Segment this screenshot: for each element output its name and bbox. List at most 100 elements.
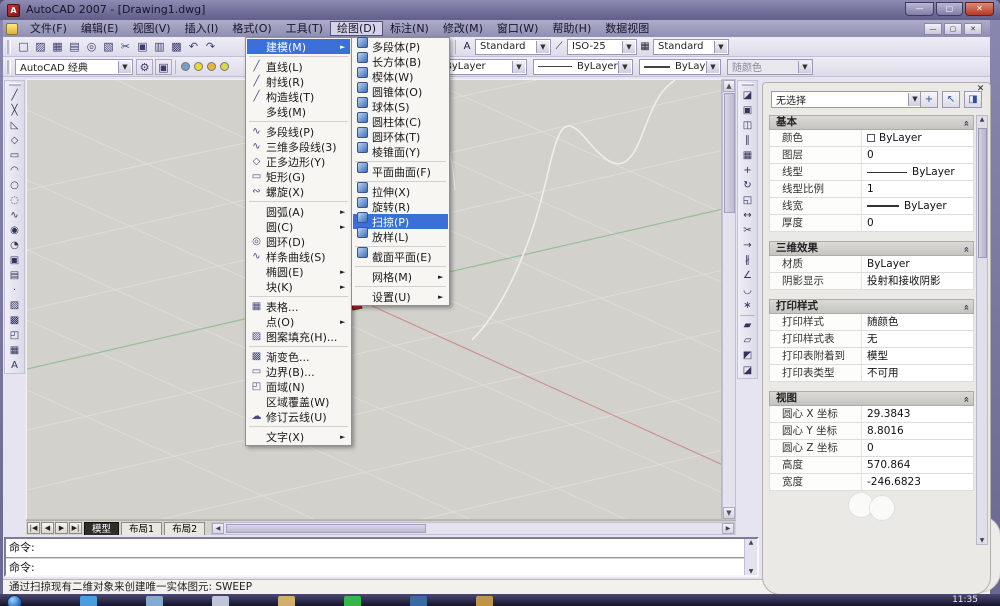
menubar-item[interactable]: 修改(M) [436,21,490,36]
property-value[interactable]: ByLayer [862,164,973,180]
property-row[interactable]: 阴影显示 投射和接收阴影 [769,273,974,290]
taskbar-app4-icon[interactable] [410,596,427,606]
modeling-submenu-item[interactable]: 网格(M) ► [353,269,448,284]
select-objects-button[interactable]: ↖ [942,91,960,108]
gradient-icon[interactable]: ▩ [6,313,23,328]
menubar-item[interactable]: 格式(O) [225,21,278,36]
chevron-down-icon[interactable]: ▼ [622,40,635,53]
copy-object-icon[interactable]: ▣ [739,103,756,118]
property-row[interactable]: 宽度 -246.6823 [769,474,974,491]
ellipse-arc-icon[interactable]: ◔ [6,238,23,253]
property-value[interactable]: 8.8016 [862,423,973,439]
menubar-item[interactable]: 视图(V) [125,21,177,36]
layer-color-icon[interactable] [220,62,229,71]
spline-icon[interactable]: ∿ [6,208,23,223]
stretch-icon[interactable]: ↔ [739,208,756,223]
collapse-icon[interactable]: « [959,304,972,310]
draw-menu-item[interactable]: ▩ 渐变色... ► [247,349,350,364]
property-row[interactable]: 高度 570.864 [769,457,974,474]
rotate-icon[interactable]: ↻ [739,178,756,193]
scale-icon[interactable]: ◱ [739,193,756,208]
draw-menu-item[interactable]: 圆弧(A) ► [247,204,350,219]
modeling-submenu-item[interactable]: 截面平面(E) ► [353,249,448,264]
draw-menu-item[interactable]: ∿ 三维多段线(3) ► [247,139,350,154]
property-value[interactable]: 1 [862,181,973,197]
modeling-submenu-item[interactable]: 放样(L) ► [353,229,448,244]
ellipse-icon[interactable]: ◉ [6,223,23,238]
draw-menu-item[interactable]: 多线(M) ► [247,104,350,119]
paste-icon[interactable]: ▥ [151,39,168,55]
vertical-scrollbar[interactable]: ▲ ▼ [722,79,736,520]
publish-icon[interactable]: ▧ [100,39,117,55]
toolbar-grip[interactable] [741,83,754,86]
draw-menu-item[interactable]: 区域覆盖(W) ► [247,394,350,409]
draw-menu-item[interactable]: 建模(M) ► [247,39,350,54]
scrollbar-thumb[interactable] [724,93,735,213]
modeling-submenu-item[interactable]: 棱锥面(Y) ► [353,144,448,159]
title-bar[interactable]: A AutoCAD 2007 - [Drawing1.dwg] — ▢ ✕ [0,0,1000,20]
undo-icon[interactable]: ↶ [185,39,202,55]
tab-last-button[interactable]: ▶| [69,522,82,534]
property-value[interactable]: 随颜色 [862,314,973,330]
linetype-combo[interactable]: ByLayer ▼ [533,58,633,75]
draw-menu-item[interactable]: ◎ 圆环(D) ► [247,234,350,249]
layer-on-bulb-icon[interactable] [194,62,203,71]
extend-icon[interactable]: → [739,238,756,253]
move-icon[interactable]: + [739,163,756,178]
property-row[interactable]: 颜色 ByLayer [769,130,974,147]
property-row[interactable]: 线型比例 1 [769,181,974,198]
polygon-icon[interactable]: ◇ [6,133,23,148]
draw-menu-item[interactable]: ▭ 矩形(G) ► [247,169,350,184]
taskbar-folder-icon[interactable] [278,596,295,606]
tab-first-button[interactable]: |◀ [27,522,40,534]
construction-line-icon[interactable]: ╳ [6,103,23,118]
section-header-view[interactable]: 视图 « [769,391,974,406]
property-value[interactable]: 模型 [862,348,973,364]
property-value[interactable]: 0 [862,215,973,231]
start-button[interactable] [7,595,22,606]
taskbar-app3-icon[interactable] [344,596,361,606]
rectangle-icon[interactable]: ▭ [6,148,23,163]
redo-icon[interactable]: ↷ [202,39,219,55]
property-value[interactable]: 投射和接收阴影 [862,273,973,289]
lineweight-combo[interactable]: ByLayer ▼ [639,58,721,75]
property-row[interactable]: 线宽 ByLayer [769,198,974,215]
menubar-item[interactable]: 文件(F) [23,21,74,36]
point-icon[interactable]: · [6,283,23,298]
modeling-submenu-item[interactable]: 平面曲面(F) ► [353,164,448,179]
close-button[interactable]: ✕ [965,2,994,16]
property-value[interactable]: ByLayer [862,130,973,146]
explode-icon[interactable]: ∗ [739,298,756,313]
chevron-down-icon[interactable]: ▼ [118,60,131,73]
erase-icon[interactable]: ◪ [739,88,756,103]
break-icon[interactable]: ∦ [739,253,756,268]
scroll-left-icon[interactable]: ◀ [212,523,224,534]
draw-menu-item[interactable]: ▭ 边界(B)... ► [247,364,350,379]
mdi-close-button[interactable]: ✕ [964,23,982,35]
scrollbar-thumb[interactable] [978,128,987,258]
draw-menu-item[interactable]: ∿ 样条曲线(S) ► [247,249,350,264]
section-header-basic[interactable]: 基本 « [769,115,974,130]
toggle-pickadd-button[interactable]: + [920,91,938,108]
property-value[interactable]: 0 [862,440,973,456]
cut-icon[interactable]: ✂ [117,39,134,55]
scroll-up-icon[interactable]: ▲ [723,80,735,92]
property-row[interactable]: 圆心 X 坐标 29.3843 [769,406,974,423]
insert-block-icon[interactable]: ▣ [6,253,23,268]
chamfer-icon[interactable]: ∠ [739,268,756,283]
chevron-down-icon[interactable]: ▼ [714,40,727,53]
draw-menu-item[interactable]: ╱ 射线(R) ► [247,74,350,89]
scrollbar-thumb[interactable] [226,524,426,533]
revcloud-icon[interactable]: ◌ [6,193,23,208]
property-row[interactable]: 打印表类型 不可用 [769,365,974,382]
draw-menu-item[interactable]: ╱ 直线(L) ► [247,59,350,74]
taskbar-app2-icon[interactable] [212,596,229,606]
tab-layout2[interactable]: 布局2 [164,521,206,535]
scroll-down-icon[interactable]: ▼ [723,507,735,519]
property-row[interactable]: 材质 ByLayer [769,256,974,273]
property-value[interactable]: 570.864 [862,457,973,473]
property-row[interactable]: 打印样式 随颜色 [769,314,974,331]
draw-menu-item[interactable]: 圆(C) ► [247,219,350,234]
toolbar-grip[interactable] [7,59,11,74]
dim-style-combo[interactable]: ISO-25 ▼ [567,38,637,55]
